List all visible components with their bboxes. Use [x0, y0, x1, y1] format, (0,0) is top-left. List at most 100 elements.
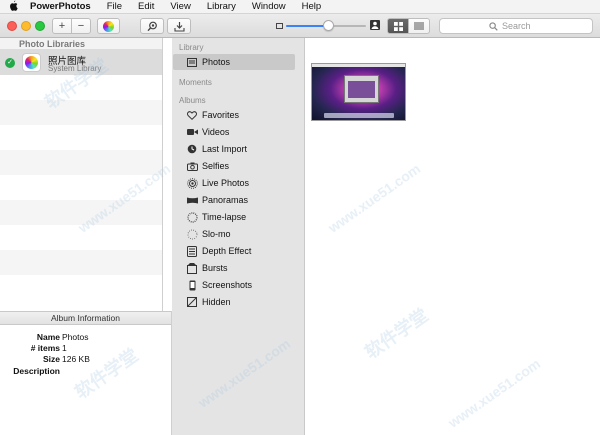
sidebar-item-label: Time-lapse: [202, 212, 247, 222]
small-thumbnail-icon: [276, 23, 283, 29]
remove-library-button[interactable]: −: [71, 18, 91, 34]
info-row-size: Size 126 KB: [0, 354, 172, 365]
zoom-slider-knob[interactable]: [322, 20, 334, 31]
download-button[interactable]: [167, 18, 191, 34]
info-row-items: # items 1: [0, 343, 172, 354]
menu-file[interactable]: File: [99, 1, 130, 12]
library-subtitle: System Library: [48, 64, 102, 73]
info-row-name: Name Photos: [0, 332, 172, 343]
window-minimize-button[interactable]: [21, 21, 31, 31]
menu-help[interactable]: Help: [294, 1, 330, 12]
section-albums: Albums: [179, 96, 206, 105]
menu-bar: PowerPhotos File Edit View Library Windo…: [0, 0, 600, 14]
sidebar-item-screenshots[interactable]: Screenshots: [172, 277, 304, 293]
photo-libraries-header: Photo Libraries: [0, 38, 162, 50]
slomo-icon: [186, 228, 198, 240]
sidebar-item-label: Last Import: [202, 144, 248, 154]
depth-effect-icon: [186, 245, 198, 257]
list-stripe: [0, 150, 162, 175]
magnifier-icon: [146, 21, 157, 31]
photos-library-icon: [22, 53, 41, 72]
sidebar-item-label: Videos: [202, 127, 230, 137]
album-information-title: Album Information: [0, 311, 171, 325]
check-icon: ✓: [5, 58, 15, 68]
sidebar-item-label: Photos: [202, 57, 231, 67]
sidebar-item-selfies[interactable]: Selfies: [172, 158, 304, 174]
info-key: # items: [30, 343, 60, 353]
info-value: Photos: [62, 332, 89, 342]
sidebar-item-label: Hidden: [202, 297, 231, 307]
sidebar-item-label: Selfies: [202, 161, 230, 171]
sidebar-item-label: Slo-mo: [202, 229, 231, 239]
video-camera-icon: [186, 126, 198, 138]
section-library: Library: [179, 43, 204, 52]
sidebar-item-depth-effect[interactable]: Depth Effect: [172, 243, 304, 259]
add-library-button[interactable]: +: [52, 18, 72, 34]
search-input[interactable]: [502, 21, 592, 31]
list-stripe: [0, 175, 162, 200]
list-stripe: [0, 200, 162, 225]
camera-icon: [186, 160, 198, 172]
sidebar-item-panoramas[interactable]: Panoramas: [172, 192, 304, 208]
library-row[interactable]: ✓ 照片图库 System Library: [0, 50, 162, 75]
list-icon: [414, 22, 424, 30]
album-information-panel: Album Information Name Photos # items 1 …: [0, 311, 172, 435]
info-value: 126 KB: [62, 354, 90, 364]
screenshot-icon: [186, 279, 198, 291]
large-thumbnail-icon: [370, 20, 380, 30]
menu-view[interactable]: View: [162, 1, 198, 12]
panorama-icon: [186, 194, 198, 206]
grid-view-button[interactable]: [387, 18, 409, 34]
sidebar-item-time-lapse[interactable]: Time-lapse: [172, 209, 304, 225]
find-duplicates-button[interactable]: [140, 18, 164, 34]
section-moments[interactable]: Moments: [179, 78, 212, 87]
search-icon: [489, 21, 498, 31]
sidebar-item-label: Live Photos: [202, 178, 250, 188]
grid-icon: [393, 21, 403, 31]
list-stripe: [0, 100, 162, 125]
tray-arrow-icon: [173, 21, 185, 32]
window-zoom-button[interactable]: [35, 21, 45, 31]
sidebar-item-hidden[interactable]: Hidden: [172, 294, 304, 310]
info-key: Size: [42, 354, 60, 364]
live-photos-icon: [186, 177, 198, 189]
sidebar-item-slo-mo[interactable]: Slo-mo: [172, 226, 304, 242]
timelapse-icon: [186, 211, 198, 223]
info-row-description: Description: [0, 366, 172, 377]
list-stripe: [0, 125, 162, 150]
hidden-icon: [186, 296, 198, 308]
menu-app-name[interactable]: PowerPhotos: [26, 1, 99, 12]
zoom-slider-fill: [286, 25, 328, 27]
photo-thumbnail[interactable]: [311, 63, 406, 121]
info-key: Name: [36, 332, 60, 342]
sidebar-item-bursts[interactable]: Bursts: [172, 260, 304, 276]
album-sidebar: Library Photos Moments Albums Favorites …: [172, 38, 305, 435]
sidebar-item-live-photos[interactable]: Live Photos: [172, 175, 304, 191]
list-stripe: [0, 250, 162, 275]
menu-edit[interactable]: Edit: [130, 1, 162, 12]
sidebar-item-label: Panoramas: [202, 195, 249, 205]
menu-library[interactable]: Library: [199, 1, 244, 12]
info-key: Description: [13, 366, 60, 376]
sidebar-item-label: Screenshots: [202, 280, 253, 290]
open-photos-button[interactable]: [97, 18, 120, 34]
menu-window[interactable]: Window: [244, 1, 294, 12]
sidebar-item-favorites[interactable]: Favorites: [172, 107, 304, 123]
bursts-icon: [186, 262, 198, 274]
list-view-button[interactable]: [408, 18, 430, 34]
clock-icon: [186, 143, 198, 155]
list-stripe: [0, 275, 162, 297]
sidebar-item-photos[interactable]: Photos: [173, 54, 295, 70]
apple-logo-icon[interactable]: [0, 0, 26, 14]
photos-app-icon: [103, 20, 114, 32]
heart-icon: [186, 109, 198, 121]
info-value: 1: [62, 343, 67, 353]
sidebar-item-videos[interactable]: Videos: [172, 124, 304, 140]
sidebar-item-last-import[interactable]: Last Import: [172, 141, 304, 157]
window-close-button[interactable]: [7, 21, 17, 31]
list-stripe: [0, 225, 162, 250]
photo-grid: [305, 38, 600, 435]
photos-grid-icon: [186, 56, 198, 68]
search-field[interactable]: [439, 18, 593, 34]
sidebar-item-label: Depth Effect: [202, 246, 252, 256]
